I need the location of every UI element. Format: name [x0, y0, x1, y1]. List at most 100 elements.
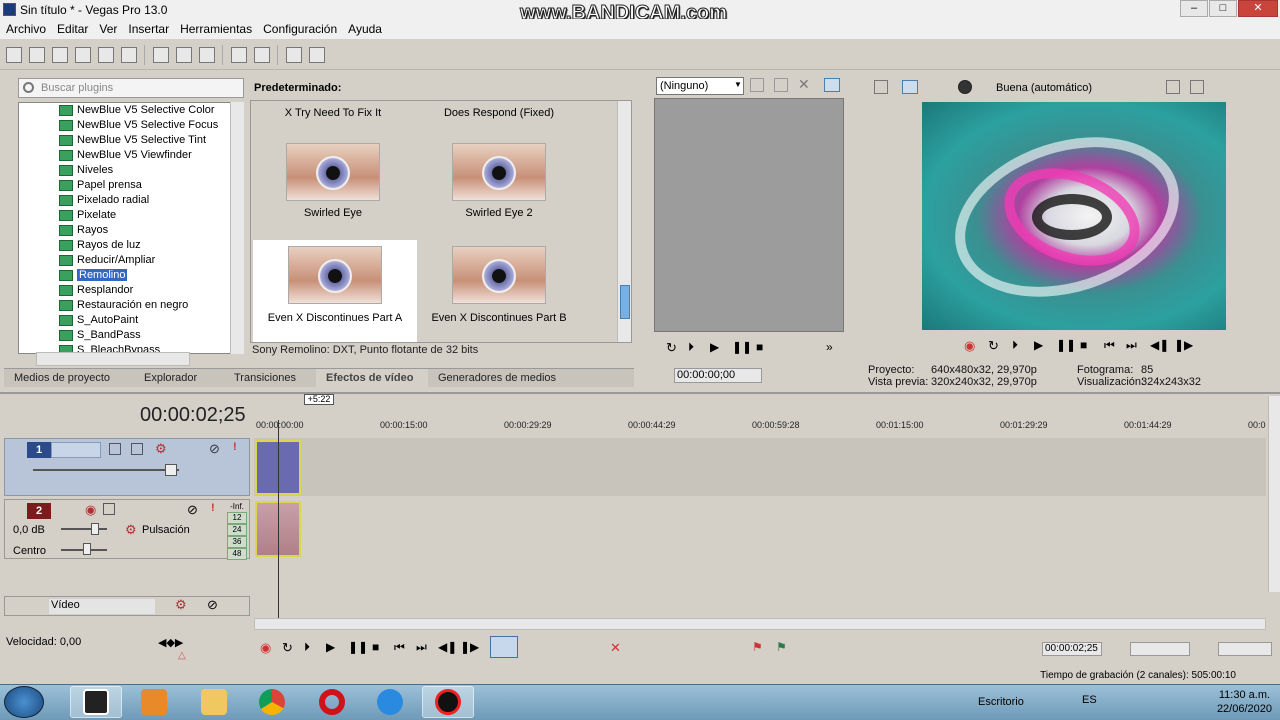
- plugin-tree-item[interactable]: Reducir/Ampliar: [19, 253, 243, 268]
- system-clock[interactable]: 11:30 a.m. 22/06/2020: [1217, 688, 1272, 716]
- save-snapshot-icon[interactable]: [1190, 80, 1204, 94]
- pause-icon[interactable]: ❚❚: [1056, 338, 1076, 352]
- menu-editar[interactable]: Editar: [57, 22, 88, 36]
- more-icon[interactable]: »: [826, 340, 833, 354]
- play-icon[interactable]: ▶: [326, 640, 335, 654]
- volume-slider-thumb[interactable]: [91, 523, 99, 535]
- prev-frame-icon[interactable]: ◀❚: [438, 640, 457, 654]
- trimmer-dropdown[interactable]: (Ninguno): [656, 77, 744, 95]
- time-ruler[interactable]: 00:00:00:00 00:00:15:00 00:00:29:29 00:0…: [254, 420, 1266, 436]
- next-frame-icon[interactable]: ❚▶: [460, 640, 479, 654]
- plugin-tree-item[interactable]: Rayos: [19, 223, 243, 238]
- selection-end-field[interactable]: [1218, 642, 1272, 656]
- plugin-tree-item[interactable]: NewBlue V5 Selective Color: [19, 103, 243, 118]
- enable-snapping-icon[interactable]: [286, 46, 302, 63]
- arm-record-icon[interactable]: ◉: [85, 502, 96, 518]
- opacity-slider[interactable]: [33, 469, 179, 471]
- plugin-tree-item[interactable]: NewBlue V5 Selective Tint: [19, 133, 243, 148]
- pan-mode[interactable]: Pulsación: [142, 524, 190, 536]
- play-icon[interactable]: ▶: [710, 340, 719, 354]
- fx-gear-icon[interactable]: ⚙: [155, 441, 167, 457]
- plugin-tree-item[interactable]: Pixelate: [19, 208, 243, 223]
- go-start-icon[interactable]: ⏮: [394, 640, 405, 655]
- pause-icon[interactable]: ❚❚: [348, 640, 368, 654]
- tab-generadores-medios[interactable]: Generadores de medios: [428, 369, 568, 387]
- maximize-button[interactable]: □: [1209, 0, 1237, 17]
- mute-icon[interactable]: ⊘: [187, 502, 198, 518]
- motion-icon[interactable]: [109, 443, 121, 455]
- plugin-tree-item[interactable]: S_AutoPaint: [19, 313, 243, 328]
- chevron-down-icon[interactable]: ▼: [734, 80, 742, 89]
- playhead-cursor[interactable]: [278, 420, 279, 620]
- selection-length-field[interactable]: [1130, 642, 1190, 656]
- stop-icon[interactable]: ■: [1080, 338, 1087, 352]
- copy-snapshot-icon[interactable]: [1166, 80, 1180, 94]
- start-button[interactable]: [4, 686, 44, 718]
- volume-slider[interactable]: [61, 528, 107, 530]
- auto-ripple-icon[interactable]: [309, 46, 325, 63]
- timeline-vscrollbar[interactable]: [1268, 396, 1280, 592]
- taskbar-opera[interactable]: [306, 686, 358, 718]
- loop-icon[interactable]: ↻: [988, 338, 999, 354]
- plugin-tree-item[interactable]: Niveles: [19, 163, 243, 178]
- solo-icon[interactable]: !: [233, 441, 237, 453]
- menu-insertar[interactable]: Insertar: [128, 22, 169, 36]
- plugin-tree-item[interactable]: Rayos de luz: [19, 238, 243, 253]
- desktop-toolbar[interactable]: Escritorio: [978, 696, 1024, 708]
- pan-gear-icon[interactable]: ⚙: [125, 522, 137, 538]
- close-button[interactable]: ✕: [1238, 0, 1278, 17]
- audio-track-lane[interactable]: [254, 499, 1266, 559]
- save-icon[interactable]: [52, 46, 68, 63]
- plugin-tree-item[interactable]: Remolino: [19, 268, 243, 283]
- plugin-tree-item[interactable]: S_BandPass: [19, 328, 243, 343]
- tab-efectos-video[interactable]: Efectos de vídeo: [316, 369, 428, 387]
- track-name-field[interactable]: [51, 442, 101, 458]
- new-file-icon[interactable]: [6, 46, 22, 63]
- minimize-button[interactable]: –: [1180, 0, 1208, 17]
- speed-jog-icon[interactable]: ◀◆▶: [158, 636, 183, 649]
- search-input[interactable]: Buscar plugins: [18, 78, 244, 98]
- play-from-start-icon[interactable]: ⏵: [1012, 338, 1018, 353]
- preset-even-x-part-a[interactable]: Even X Discontinues Part A: [253, 240, 417, 342]
- plugin-tree-item[interactable]: Restauración en negro: [19, 298, 243, 313]
- taskbar-ie[interactable]: [364, 686, 416, 718]
- speed-marker-icon[interactable]: △: [178, 650, 186, 661]
- go-end-icon[interactable]: ⏭: [416, 640, 427, 655]
- fx-gear-icon[interactable]: ⚙: [175, 597, 187, 613]
- region-icon[interactable]: ⚑: [776, 640, 787, 654]
- properties-icon[interactable]: [98, 46, 114, 63]
- bypass-icon[interactable]: ⊘: [207, 597, 218, 613]
- normal-edit-tool-icon[interactable]: [490, 636, 518, 658]
- preview-quality-dropdown[interactable]: Buena (automático): [996, 80, 1116, 96]
- plugin-tree-item[interactable]: Resplandor: [19, 283, 243, 298]
- plugin-tree-item[interactable]: Papel prensa: [19, 178, 243, 193]
- opacity-slider-thumb[interactable]: [165, 464, 177, 476]
- render-icon[interactable]: [121, 46, 137, 63]
- presets-scroll-thumb[interactable]: [620, 285, 630, 319]
- menu-configuracion[interactable]: Configuración: [263, 22, 337, 36]
- plugin-tree-item[interactable]: NewBlue V5 Viewfinder: [19, 148, 243, 163]
- tab-explorador[interactable]: Explorador: [134, 369, 224, 387]
- menu-ver[interactable]: Ver: [99, 22, 117, 36]
- cursor-position[interactable]: 00:00:02;25: [1042, 642, 1102, 656]
- solo-icon[interactable]: !: [211, 502, 215, 514]
- copy-icon[interactable]: [176, 46, 192, 63]
- tab-medios-proyecto[interactable]: Medios de proyecto: [4, 369, 134, 387]
- redo-icon[interactable]: [254, 46, 270, 63]
- trimmer-open-icon[interactable]: [750, 78, 764, 92]
- open-folder-icon[interactable]: [29, 46, 45, 63]
- go-start-icon[interactable]: ⏮: [1104, 338, 1115, 353]
- tree-scrollbar[interactable]: [230, 102, 244, 354]
- tree-hscrollbar[interactable]: [36, 352, 190, 366]
- presets-scrollbar[interactable]: [617, 101, 631, 342]
- pan-slider-thumb[interactable]: [83, 543, 91, 555]
- menu-herramientas[interactable]: Herramientas: [180, 22, 252, 36]
- marker-icon[interactable]: ⚑: [752, 640, 763, 654]
- video-track-header[interactable]: 1 ⚙ ⊘ !: [4, 438, 250, 496]
- play-from-start-icon[interactable]: ⏵: [304, 640, 310, 655]
- plugin-tree-item[interactable]: NewBlue V5 Selective Focus: [19, 118, 243, 133]
- cut-icon[interactable]: [153, 46, 169, 63]
- menu-ayuda[interactable]: Ayuda: [348, 22, 382, 36]
- go-end-icon[interactable]: ⏭: [1126, 338, 1137, 353]
- taskbar-explorer[interactable]: [188, 686, 240, 718]
